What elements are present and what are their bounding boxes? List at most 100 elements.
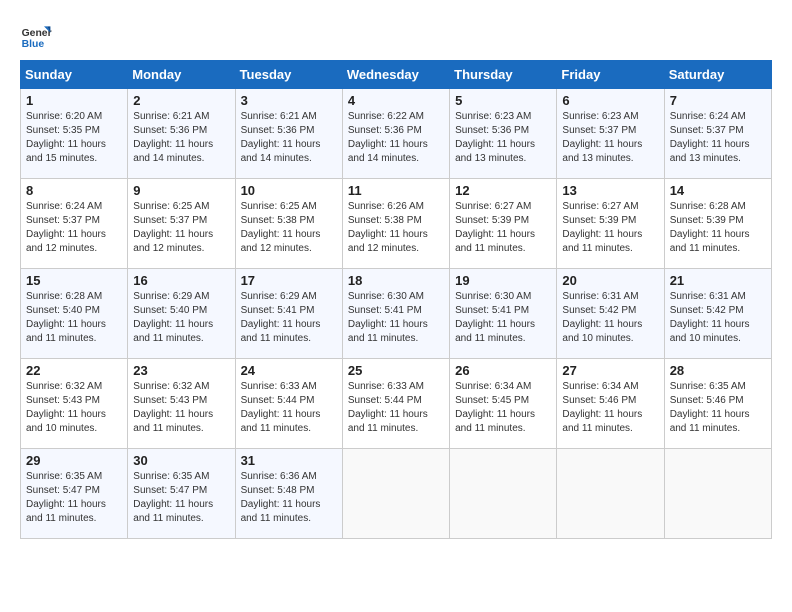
day-info: Sunrise: 6:30 AM Sunset: 5:41 PM Dayligh… <box>348 290 444 346</box>
calendar-day-3: 3 Sunrise: 6:21 AM Sunset: 5:36 PM Dayli… <box>235 89 342 179</box>
day-number: 9 <box>133 183 229 198</box>
day-info: Sunrise: 6:29 AM Sunset: 5:40 PM Dayligh… <box>133 290 229 346</box>
day-info: Sunrise: 6:27 AM Sunset: 5:39 PM Dayligh… <box>455 200 551 256</box>
logo: General Blue <box>20 20 56 52</box>
day-info: Sunrise: 6:25 AM Sunset: 5:38 PM Dayligh… <box>241 200 337 256</box>
svg-text:Blue: Blue <box>22 39 45 50</box>
calendar-day-9: 9 Sunrise: 6:25 AM Sunset: 5:37 PM Dayli… <box>128 179 235 269</box>
calendar-day-20: 20 Sunrise: 6:31 AM Sunset: 5:42 PM Dayl… <box>557 269 664 359</box>
day-number: 26 <box>455 363 551 378</box>
day-info: Sunrise: 6:21 AM Sunset: 5:36 PM Dayligh… <box>241 110 337 166</box>
calendar-day-23: 23 Sunrise: 6:32 AM Sunset: 5:43 PM Dayl… <box>128 359 235 449</box>
day-number: 23 <box>133 363 229 378</box>
calendar-day-16: 16 Sunrise: 6:29 AM Sunset: 5:40 PM Dayl… <box>128 269 235 359</box>
weekday-header-saturday: Saturday <box>664 61 771 89</box>
day-info: Sunrise: 6:28 AM Sunset: 5:40 PM Dayligh… <box>26 290 122 346</box>
day-number: 1 <box>26 93 122 108</box>
day-info: Sunrise: 6:35 AM Sunset: 5:46 PM Dayligh… <box>670 380 766 436</box>
day-number: 29 <box>26 453 122 468</box>
day-info: Sunrise: 6:35 AM Sunset: 5:47 PM Dayligh… <box>26 470 122 526</box>
calendar-day-8: 8 Sunrise: 6:24 AM Sunset: 5:37 PM Dayli… <box>21 179 128 269</box>
weekday-header-row: SundayMondayTuesdayWednesdayThursdayFrid… <box>21 61 772 89</box>
day-info: Sunrise: 6:31 AM Sunset: 5:42 PM Dayligh… <box>562 290 658 346</box>
day-number: 13 <box>562 183 658 198</box>
day-number: 20 <box>562 273 658 288</box>
calendar-day-1: 1 Sunrise: 6:20 AM Sunset: 5:35 PM Dayli… <box>21 89 128 179</box>
day-info: Sunrise: 6:20 AM Sunset: 5:35 PM Dayligh… <box>26 110 122 166</box>
calendar-week-row-4: 22 Sunrise: 6:32 AM Sunset: 5:43 PM Dayl… <box>21 359 772 449</box>
calendar-day-13: 13 Sunrise: 6:27 AM Sunset: 5:39 PM Dayl… <box>557 179 664 269</box>
calendar-day-28: 28 Sunrise: 6:35 AM Sunset: 5:46 PM Dayl… <box>664 359 771 449</box>
day-number: 18 <box>348 273 444 288</box>
day-info: Sunrise: 6:21 AM Sunset: 5:36 PM Dayligh… <box>133 110 229 166</box>
day-info: Sunrise: 6:24 AM Sunset: 5:37 PM Dayligh… <box>26 200 122 256</box>
day-info: Sunrise: 6:29 AM Sunset: 5:41 PM Dayligh… <box>241 290 337 346</box>
calendar-week-row-1: 1 Sunrise: 6:20 AM Sunset: 5:35 PM Dayli… <box>21 89 772 179</box>
day-info: Sunrise: 6:26 AM Sunset: 5:38 PM Dayligh… <box>348 200 444 256</box>
day-info: Sunrise: 6:34 AM Sunset: 5:45 PM Dayligh… <box>455 380 551 436</box>
empty-cell <box>557 449 664 539</box>
day-number: 2 <box>133 93 229 108</box>
day-info: Sunrise: 6:35 AM Sunset: 5:47 PM Dayligh… <box>133 470 229 526</box>
calendar-week-row-3: 15 Sunrise: 6:28 AM Sunset: 5:40 PM Dayl… <box>21 269 772 359</box>
calendar-day-5: 5 Sunrise: 6:23 AM Sunset: 5:36 PM Dayli… <box>450 89 557 179</box>
day-number: 10 <box>241 183 337 198</box>
day-info: Sunrise: 6:23 AM Sunset: 5:37 PM Dayligh… <box>562 110 658 166</box>
calendar-day-4: 4 Sunrise: 6:22 AM Sunset: 5:36 PM Dayli… <box>342 89 449 179</box>
calendar-day-6: 6 Sunrise: 6:23 AM Sunset: 5:37 PM Dayli… <box>557 89 664 179</box>
calendar-day-7: 7 Sunrise: 6:24 AM Sunset: 5:37 PM Dayli… <box>664 89 771 179</box>
weekday-header-monday: Monday <box>128 61 235 89</box>
calendar-day-31: 31 Sunrise: 6:36 AM Sunset: 5:48 PM Dayl… <box>235 449 342 539</box>
calendar-week-row-5: 29 Sunrise: 6:35 AM Sunset: 5:47 PM Dayl… <box>21 449 772 539</box>
calendar-day-21: 21 Sunrise: 6:31 AM Sunset: 5:42 PM Dayl… <box>664 269 771 359</box>
day-number: 25 <box>348 363 444 378</box>
day-number: 24 <box>241 363 337 378</box>
calendar-day-25: 25 Sunrise: 6:33 AM Sunset: 5:44 PM Dayl… <box>342 359 449 449</box>
day-info: Sunrise: 6:32 AM Sunset: 5:43 PM Dayligh… <box>26 380 122 436</box>
calendar-day-27: 27 Sunrise: 6:34 AM Sunset: 5:46 PM Dayl… <box>557 359 664 449</box>
calendar-table: SundayMondayTuesdayWednesdayThursdayFrid… <box>20 60 772 539</box>
weekday-header-thursday: Thursday <box>450 61 557 89</box>
page-header: General Blue <box>20 20 772 52</box>
day-number: 6 <box>562 93 658 108</box>
logo-icon: General Blue <box>20 20 52 52</box>
weekday-header-wednesday: Wednesday <box>342 61 449 89</box>
calendar-day-14: 14 Sunrise: 6:28 AM Sunset: 5:39 PM Dayl… <box>664 179 771 269</box>
calendar-day-26: 26 Sunrise: 6:34 AM Sunset: 5:45 PM Dayl… <box>450 359 557 449</box>
day-number: 30 <box>133 453 229 468</box>
day-info: Sunrise: 6:27 AM Sunset: 5:39 PM Dayligh… <box>562 200 658 256</box>
calendar-day-15: 15 Sunrise: 6:28 AM Sunset: 5:40 PM Dayl… <box>21 269 128 359</box>
day-info: Sunrise: 6:36 AM Sunset: 5:48 PM Dayligh… <box>241 470 337 526</box>
calendar-day-10: 10 Sunrise: 6:25 AM Sunset: 5:38 PM Dayl… <box>235 179 342 269</box>
weekday-header-sunday: Sunday <box>21 61 128 89</box>
day-info: Sunrise: 6:25 AM Sunset: 5:37 PM Dayligh… <box>133 200 229 256</box>
calendar-day-17: 17 Sunrise: 6:29 AM Sunset: 5:41 PM Dayl… <box>235 269 342 359</box>
weekday-header-friday: Friday <box>557 61 664 89</box>
day-number: 16 <box>133 273 229 288</box>
day-number: 27 <box>562 363 658 378</box>
weekday-header-tuesday: Tuesday <box>235 61 342 89</box>
day-number: 17 <box>241 273 337 288</box>
day-number: 15 <box>26 273 122 288</box>
calendar-day-2: 2 Sunrise: 6:21 AM Sunset: 5:36 PM Dayli… <box>128 89 235 179</box>
calendar-week-row-2: 8 Sunrise: 6:24 AM Sunset: 5:37 PM Dayli… <box>21 179 772 269</box>
day-number: 8 <box>26 183 122 198</box>
empty-cell <box>342 449 449 539</box>
day-number: 5 <box>455 93 551 108</box>
day-number: 3 <box>241 93 337 108</box>
empty-cell <box>450 449 557 539</box>
day-number: 12 <box>455 183 551 198</box>
day-number: 31 <box>241 453 337 468</box>
calendar-day-19: 19 Sunrise: 6:30 AM Sunset: 5:41 PM Dayl… <box>450 269 557 359</box>
calendar-day-12: 12 Sunrise: 6:27 AM Sunset: 5:39 PM Dayl… <box>450 179 557 269</box>
day-info: Sunrise: 6:34 AM Sunset: 5:46 PM Dayligh… <box>562 380 658 436</box>
day-info: Sunrise: 6:33 AM Sunset: 5:44 PM Dayligh… <box>348 380 444 436</box>
day-number: 14 <box>670 183 766 198</box>
day-number: 7 <box>670 93 766 108</box>
calendar-day-30: 30 Sunrise: 6:35 AM Sunset: 5:47 PM Dayl… <box>128 449 235 539</box>
day-number: 21 <box>670 273 766 288</box>
day-info: Sunrise: 6:22 AM Sunset: 5:36 PM Dayligh… <box>348 110 444 166</box>
calendar-day-24: 24 Sunrise: 6:33 AM Sunset: 5:44 PM Dayl… <box>235 359 342 449</box>
day-info: Sunrise: 6:23 AM Sunset: 5:36 PM Dayligh… <box>455 110 551 166</box>
day-number: 4 <box>348 93 444 108</box>
